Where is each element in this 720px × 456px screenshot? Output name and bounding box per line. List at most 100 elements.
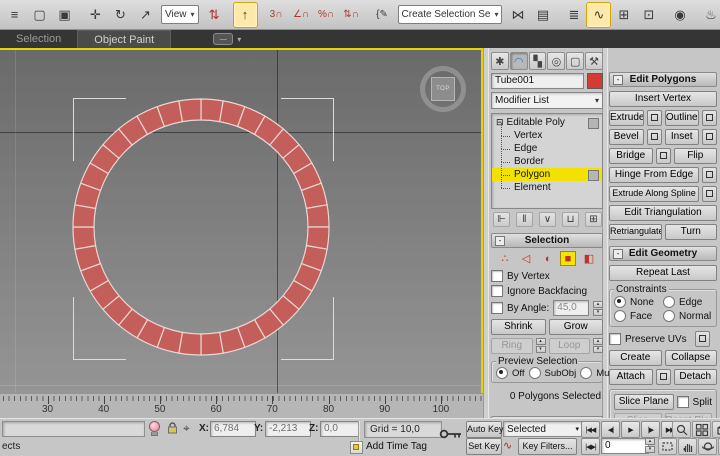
play-button[interactable]: ▶ bbox=[621, 421, 640, 438]
percent-snap-icon[interactable]: %∩ bbox=[314, 2, 339, 28]
ribbon-tab-object-paint[interactable]: Object Paint bbox=[77, 30, 171, 48]
preserve-uvs-settings-button[interactable] bbox=[695, 331, 710, 347]
preserve-uvs-checkbox[interactable]: Preserve UVs bbox=[609, 331, 717, 347]
set-key-mode-icon[interactable] bbox=[438, 427, 464, 444]
hierarchy-tab-icon[interactable]: ▚ bbox=[529, 52, 547, 70]
zoom-region-icon[interactable] bbox=[658, 438, 677, 455]
named-selection-sets-dropdown[interactable]: Create Selection Se▾ bbox=[398, 5, 503, 24]
loop-spinner[interactable]: ▴▾ bbox=[593, 338, 603, 352]
time-tag-icon[interactable] bbox=[350, 441, 363, 454]
new-key-curve-icon[interactable]: ∿ bbox=[503, 439, 512, 452]
checkbox-icon[interactable] bbox=[677, 396, 689, 408]
viewcube[interactable]: TOP bbox=[418, 64, 468, 114]
prompt-light-icon[interactable] bbox=[149, 421, 160, 436]
utilities-tab-icon[interactable]: ⚒ bbox=[585, 52, 603, 70]
radio-icon[interactable] bbox=[614, 296, 626, 308]
render-setup-icon[interactable]: ♨ bbox=[698, 2, 720, 28]
slice-plane-button[interactable]: Slice Plane bbox=[614, 394, 674, 410]
modify-tab-icon[interactable]: ◠ bbox=[510, 52, 528, 70]
bevel-button[interactable]: Bevel bbox=[609, 129, 644, 145]
by-angle-spinner[interactable]: ▴▾ bbox=[593, 301, 603, 315]
shrink-button[interactable]: Shrink bbox=[491, 319, 546, 335]
vertex-icon[interactable]: ∴ bbox=[498, 252, 512, 265]
stack-item-element[interactable]: Element bbox=[492, 181, 602, 194]
modifier-stack[interactable]: ⊟ Editable Poly VertexEdgeBorderPolygonE… bbox=[491, 113, 603, 209]
snap-toggle-3d-icon[interactable]: 3∩ bbox=[264, 2, 289, 28]
key-filters-button[interactable]: Key Filters... bbox=[518, 438, 577, 455]
by-vertex-checkbox[interactable]: By Vertex bbox=[491, 270, 603, 282]
window-crossing-selection-icon[interactable]: ▣ bbox=[52, 2, 77, 28]
configure-modifier-sets-icon[interactable]: ⊞ bbox=[585, 212, 602, 227]
stack-item-polygon[interactable]: Polygon bbox=[492, 168, 602, 181]
stack-item-vertex[interactable]: Vertex bbox=[492, 129, 602, 142]
extrude-button[interactable]: Extrude bbox=[609, 110, 644, 126]
ribbon-minimize-control[interactable]: — ▾ bbox=[213, 30, 241, 48]
y-coordinate-field[interactable]: -2,213 bbox=[265, 421, 311, 437]
ribbon-tab-selection[interactable]: Selection bbox=[0, 30, 77, 48]
tube-polygon[interactable] bbox=[306, 205, 329, 227]
selection-set-dropdown[interactable]: Selected▾ bbox=[503, 421, 583, 437]
zoom-icon[interactable] bbox=[672, 421, 691, 438]
ring-button[interactable]: Ring bbox=[491, 338, 533, 354]
angle-snap-icon[interactable]: ∠∩ bbox=[289, 2, 314, 28]
selection-rollout-header[interactable]: - Selection bbox=[491, 233, 603, 248]
outline-button[interactable]: Outline bbox=[665, 110, 700, 126]
current-frame-field[interactable]: 0 bbox=[601, 438, 649, 454]
ignore-backfacing-checkbox[interactable]: Ignore Backfacing bbox=[491, 285, 603, 297]
bridge-settings-button[interactable] bbox=[656, 148, 671, 164]
material-editor-icon[interactable]: ◉ bbox=[667, 2, 692, 28]
inset-settings-button[interactable] bbox=[702, 129, 717, 145]
attach-settings-button[interactable] bbox=[656, 369, 671, 385]
edit-geometry-rollout-header[interactable]: - Edit Geometry bbox=[609, 246, 717, 261]
selection-lock-icon[interactable] bbox=[166, 421, 179, 438]
constraint-edge-radio[interactable]: Edge bbox=[663, 296, 712, 308]
stack-item-toggle[interactable] bbox=[588, 170, 599, 181]
collapse-icon[interactable]: - bbox=[495, 236, 505, 246]
collapse-button[interactable]: Collapse bbox=[665, 350, 718, 366]
edit-triangulation-button[interactable]: Edit Triangulation bbox=[609, 205, 717, 221]
constraint-normal-radio[interactable]: Normal bbox=[663, 310, 712, 322]
keyboard-shortcut-override-icon[interactable]: ↑ bbox=[233, 2, 258, 28]
set-key-button[interactable]: Set Key bbox=[466, 438, 502, 455]
checkbox-icon[interactable] bbox=[491, 285, 503, 297]
by-angle-field[interactable]: 45,0 bbox=[553, 300, 589, 316]
motion-tab-icon[interactable]: ◎ bbox=[547, 52, 565, 70]
make-unique-icon[interactable]: ∨ bbox=[539, 212, 556, 227]
detach-button[interactable]: Detach bbox=[674, 369, 718, 385]
element-icon[interactable]: ◧ bbox=[582, 252, 596, 265]
attach-button[interactable]: Attach bbox=[609, 369, 653, 385]
extrude-settings-button[interactable] bbox=[647, 110, 662, 126]
tube-polygon[interactable] bbox=[73, 227, 96, 249]
rendered-frame-window-icon[interactable]: ⊡ bbox=[636, 2, 661, 28]
preview-subobj-radio[interactable]: SubObj bbox=[529, 367, 577, 379]
tube-polygon[interactable] bbox=[179, 99, 201, 122]
repeat-last-button[interactable]: Repeat Last bbox=[609, 265, 717, 281]
frame-spinner[interactable]: ▴▾ bbox=[645, 438, 655, 452]
pan-icon[interactable] bbox=[678, 438, 697, 455]
select-and-scale-icon[interactable]: ↗ bbox=[133, 2, 158, 28]
rectangular-selection-region-icon[interactable]: ▢ bbox=[27, 2, 52, 28]
display-tab-icon[interactable]: ▢ bbox=[566, 52, 584, 70]
split-checkbox[interactable]: Split bbox=[677, 394, 712, 410]
spinner-snap-icon[interactable]: ⇅∩ bbox=[339, 2, 364, 28]
preview-off-radio[interactable]: Off bbox=[496, 367, 525, 379]
turn-button[interactable]: Turn bbox=[665, 224, 718, 240]
collapse-minus-icon[interactable]: ⊟ bbox=[496, 117, 504, 128]
checkbox-icon[interactable] bbox=[491, 270, 503, 282]
ring-spinner[interactable]: ▴▾ bbox=[536, 338, 546, 352]
go-to-start-button[interactable]: |◀◀ bbox=[581, 421, 600, 438]
border-icon[interactable]: ◖ bbox=[540, 252, 554, 265]
ribbon-minimize-icon[interactable]: — bbox=[213, 33, 233, 45]
extrude-along-spline-button[interactable]: Extrude Along Spline bbox=[609, 186, 699, 202]
next-frame-button[interactable]: |▶ bbox=[641, 421, 660, 438]
viewport-top[interactable]: TOP bbox=[0, 48, 483, 395]
constraint-none-radio[interactable]: None bbox=[614, 296, 663, 308]
track-bar-ruler[interactable]: 30405060708090100 bbox=[0, 393, 483, 419]
radio-icon[interactable] bbox=[496, 367, 508, 379]
radio-icon[interactable] bbox=[580, 367, 592, 379]
constraint-face-radio[interactable]: Face bbox=[614, 310, 663, 322]
loop-button[interactable]: Loop bbox=[549, 338, 591, 354]
by-angle-checkbox[interactable]: By Angle: 45,0 ▴▾ bbox=[491, 300, 603, 316]
auto-key-button[interactable]: Auto Key bbox=[466, 421, 502, 438]
radio-icon[interactable] bbox=[614, 310, 626, 322]
